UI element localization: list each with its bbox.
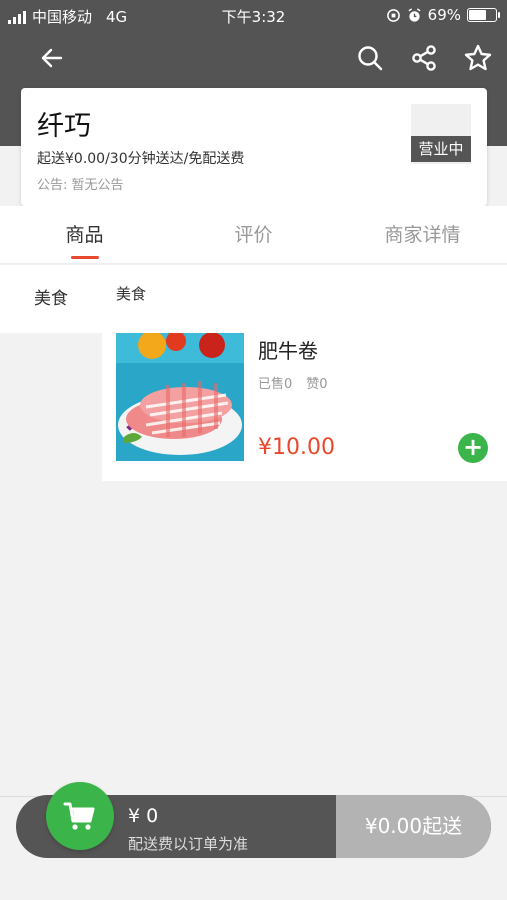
status-bar: 中国移动 4G 下午3:32 69% [0,0,507,30]
favorite-button[interactable] [456,34,500,82]
battery-fill [469,10,486,20]
store-card: 纤巧 起送¥0.00/30分钟送达/免配送费 公告: 暂无公告 营业中 [21,88,487,206]
arrow-left-icon [41,48,63,68]
product-image [116,333,244,461]
product-price: ¥10.00 [258,435,335,460]
tab-bar: 商品 评价 商家详情 [0,206,507,264]
cart-total: ¥ 0 [128,805,159,827]
tab-reviews[interactable]: 评价 [169,206,338,263]
share-button[interactable] [402,34,446,82]
category-item-food[interactable]: 美食 [0,265,102,333]
delivery-fee-note: 配送费以订单为准 [128,835,249,853]
product-sold-count: 已售0 [258,377,293,392]
search-button[interactable] [348,34,392,82]
share-icon [412,45,436,71]
add-to-cart-button[interactable]: + [458,433,488,463]
battery-percent: 69% [427,6,461,24]
store-name: 纤巧 [37,111,91,142]
shopping-cart-icon [63,802,95,830]
tab-goods[interactable]: 商品 [0,206,169,263]
battery-icon [467,8,500,22]
store-delivery-info: 起送¥0.00/30分钟送达/免配送费 [37,151,245,167]
product-item[interactable]: 肥牛卷 已售0 赞0 ¥10.00 + [102,331,507,481]
product-likes-count: 赞0 [306,377,328,392]
beef-roll-image [116,333,244,461]
alarm-icon [408,7,421,22]
back-button[interactable] [30,34,74,82]
plus-icon: + [462,433,484,461]
checkout-button[interactable]: ¥0.00起送 [336,795,491,858]
store-status-badge: 营业中 [411,136,471,162]
section-title: 美食 [102,265,507,331]
navigation-bar [0,34,507,82]
star-icon [464,44,492,71]
product-name: 肥牛卷 [258,339,318,363]
store-notice: 公告: 暂无公告 [37,178,124,193]
tab-merchant-details[interactable]: 商家详情 [338,206,507,263]
orientation-lock-icon [386,8,400,22]
cart-button[interactable] [46,782,114,850]
search-icon [358,46,383,71]
